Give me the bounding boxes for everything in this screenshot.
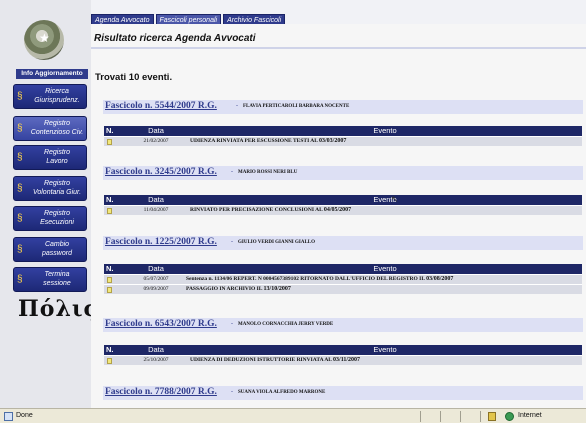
fascicolo-separator: -: [231, 389, 233, 395]
sidebar-item-label: Termina sessione: [43, 271, 71, 287]
sidebar-item-label: Registro Contenzioso Civ.: [30, 120, 84, 136]
sidebar-item-termina-sessione[interactable]: § Termina sessione: [13, 267, 87, 292]
note-icon: [107, 139, 112, 145]
gavel-icon: §: [17, 91, 23, 102]
fascicolo-parties: GIULIO VERDI GIANNI GIALLO: [238, 240, 316, 245]
event-text: UDIENZA RINVIATA PER ESCUSSIONE TESTI AL…: [190, 138, 347, 144]
events-table: N. Data Evento 21/02/2007 UDIENZA RINVIA…: [104, 126, 582, 146]
event-date: 25/10/2007: [143, 357, 169, 363]
column-header-event: Evento: [373, 345, 397, 354]
fascicolo-header: Fascicolo n. 7788/2007 R.G. - SUANA VIOL…: [103, 386, 583, 400]
lock-icon: [488, 412, 496, 421]
table-row: 09/09/2007 PASSAGGIO IN ARCHIVIO IL 13/1…: [104, 284, 582, 294]
sidebar-item-label: Registro Lavoro: [43, 149, 71, 165]
sidebar-item-label: Ricerca Giurisprudenz.: [34, 88, 80, 104]
polis-logo: Πόλις: [18, 296, 98, 322]
fascicolo-header: Fascicolo n. 6543/2007 R.G. - MANOLO COR…: [103, 318, 583, 332]
divider: [91, 47, 586, 49]
column-header-event: Evento: [373, 195, 397, 204]
event-text: RINVIATO PER PRECISAZIONE CONCLUSIONI AL…: [190, 207, 352, 213]
sidebar-item-cambio-password[interactable]: § Cambio password: [13, 237, 87, 262]
fascicolo-header: Fascicolo n. 5544/2007 R.G. - FLAVIA PER…: [103, 100, 583, 114]
fascicolo-separator: -: [236, 103, 238, 109]
event-date: 21/02/2007: [143, 138, 169, 144]
fascicolo-link[interactable]: Fascicolo n. 1225/2007 R.G.: [105, 237, 217, 247]
event-text: UDIENZA DI DEDUZIONI ISTRUTTORIE RINVIAT…: [190, 357, 361, 363]
fascicolo-separator: -: [231, 239, 233, 245]
fascicolo-parties: FLAVIA PERTICAROLI BARBARA NOCENTE: [243, 104, 350, 109]
status-text: Done: [16, 412, 33, 419]
event-date: 09/09/2007: [143, 286, 169, 292]
page-title: Risultato ricerca Agenda Avvocati: [94, 33, 256, 44]
fascicolo-parties: MARIO ROSSI NERI BLU: [238, 170, 298, 175]
fascicolo-separator: -: [231, 169, 233, 175]
page-icon: [4, 412, 13, 421]
note-icon: [107, 287, 112, 293]
table-header: N. Data Evento: [104, 195, 582, 205]
note-icon: [107, 277, 112, 283]
column-header-n: N.: [106, 345, 114, 354]
fascicolo-parties: MANOLO CORNACCHIA JERRY VERDE: [238, 322, 334, 327]
table-row: 05/07/2007 Sentenza n. 1134/06 REPERT. N…: [104, 274, 582, 284]
note-icon: [107, 358, 112, 364]
event-date: 05/07/2007: [143, 276, 169, 282]
gavel-icon: §: [17, 183, 23, 194]
status-cell: [440, 411, 460, 422]
fascicolo-separator: -: [231, 321, 233, 327]
table-header: N. Data Evento: [104, 126, 582, 136]
note-icon: [107, 208, 112, 214]
sidebar-item-registro-esecuzioni[interactable]: § Registro Esecuzioni: [13, 206, 87, 231]
table-header: N. Data Evento: [104, 264, 582, 274]
column-header-date: Data: [148, 195, 164, 204]
sidebar-item-label: Registro Esecuzioni: [40, 210, 74, 226]
column-header-event: Evento: [373, 126, 397, 135]
column-header-date: Data: [148, 126, 164, 135]
fascicolo-link[interactable]: Fascicolo n. 5544/2007 R.G.: [105, 101, 217, 111]
fascicolo-link[interactable]: Fascicolo n. 6543/2007 R.G.: [105, 319, 217, 329]
events-table: N. Data Evento 05/07/2007 Sentenza n. 11…: [104, 264, 582, 294]
fascicolo-parties: SUANA VIOLA ALFREDO MARRONE: [238, 390, 326, 395]
fascicolo-header: Fascicolo n. 1225/2007 R.G. - GIULIO VER…: [103, 236, 583, 250]
gavel-icon: §: [17, 123, 23, 134]
event-date: 11/04/2007: [143, 207, 169, 213]
fascicolo-link[interactable]: Fascicolo n. 3245/2007 R.G.: [105, 167, 217, 177]
sidebar-item-ricerca-giurisprudenza[interactable]: § Ricerca Giurisprudenz.: [13, 84, 87, 109]
browser-status-bar: Done Internet: [0, 408, 586, 423]
fascicolo-header: Fascicolo n. 3245/2007 R.G. - MARIO ROSS…: [103, 166, 583, 180]
security-zone: Internet: [518, 412, 542, 419]
fascicolo-link[interactable]: Fascicolo n. 7788/2007 R.G.: [105, 387, 217, 397]
column-header-date: Data: [148, 345, 164, 354]
results-count: Trovati 10 eventi.: [95, 72, 173, 83]
column-header-event: Evento: [373, 264, 397, 273]
sidebar: ★ Info Aggiornamento § Ricerca Giurispru…: [0, 0, 97, 408]
sidebar-item-registro-volontaria-giurisdizione[interactable]: § Registro Volontaria Giur.: [13, 176, 87, 201]
mouse-cursor-icon: ↖: [391, 194, 399, 204]
status-cell: [460, 411, 480, 422]
column-header-n: N.: [106, 264, 114, 273]
table-row: 11/04/2007 RINVIATO PER PRECISAZIONE CON…: [104, 205, 582, 215]
gavel-icon: §: [17, 152, 23, 163]
table-row: 21/02/2007 UDIENZA RINVIATA PER ESCUSSIO…: [104, 136, 582, 146]
table-row: 25/10/2007 UDIENZA DI DEDUZIONI ISTRUTTO…: [104, 355, 582, 365]
info-aggiornamento-label[interactable]: Info Aggiornamento: [16, 69, 88, 79]
table-header: N. Data Evento: [104, 345, 582, 355]
events-table: N. Data Evento 11/04/2007 RINVIATO PER P…: [104, 195, 582, 215]
column-header-date: Data: [148, 264, 164, 273]
column-header-n: N.: [106, 126, 114, 135]
sidebar-item-label: Cambio password: [42, 241, 72, 257]
key-icon: §: [17, 244, 23, 255]
column-header-n: N.: [106, 195, 114, 204]
sidebar-item-label: Registro Volontaria Giur.: [32, 180, 82, 196]
event-text: PASSAGGIO IN ARCHIVIO IL 13/10/2007: [186, 286, 291, 292]
sidebar-item-registro-contenzioso-civile[interactable]: § Registro Contenzioso Civ.: [13, 116, 87, 141]
star-icon: ★: [39, 31, 50, 45]
sidebar-item-registro-lavoro[interactable]: § Registro Lavoro: [13, 145, 87, 170]
gavel-icon: §: [17, 213, 23, 224]
status-cell: [420, 411, 440, 422]
events-table: N. Data Evento 25/10/2007 UDIENZA DI DED…: [104, 345, 582, 365]
exit-icon: §: [17, 274, 23, 285]
globe-icon: [505, 412, 514, 421]
event-text: Sentenza n. 1134/06 REPERT. N 0004567389…: [186, 276, 454, 282]
